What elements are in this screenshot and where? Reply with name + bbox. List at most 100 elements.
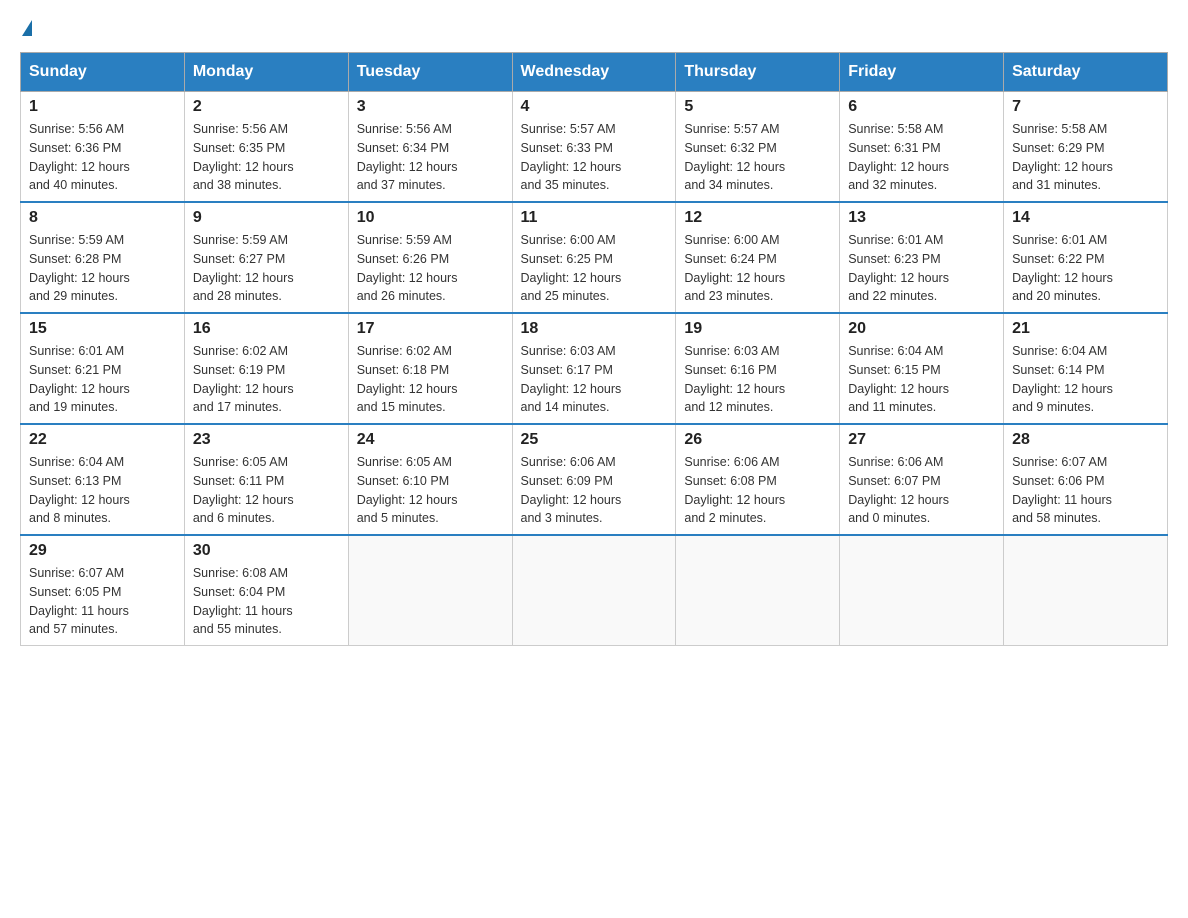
table-row: 8 Sunrise: 5:59 AMSunset: 6:28 PMDaylight… xyxy=(21,202,185,313)
table-row: 27 Sunrise: 6:06 AMSunset: 6:07 PMDayligh… xyxy=(840,424,1004,535)
day-number: 14 xyxy=(1012,209,1159,227)
day-number: 22 xyxy=(29,431,176,449)
logo-triangle-icon xyxy=(22,20,32,36)
day-number: 29 xyxy=(29,542,176,560)
day-info: Sunrise: 5:56 AMSunset: 6:36 PMDaylight:… xyxy=(29,120,176,195)
day-info: Sunrise: 6:02 AMSunset: 6:19 PMDaylight:… xyxy=(193,342,340,417)
table-row: 15 Sunrise: 6:01 AMSunset: 6:21 PMDayligh… xyxy=(21,313,185,424)
table-row: 6 Sunrise: 5:58 AMSunset: 6:31 PMDaylight… xyxy=(840,92,1004,203)
weekday-header-row: Sunday Monday Tuesday Wednesday Thursday… xyxy=(21,53,1168,92)
day-number: 18 xyxy=(521,320,668,338)
table-row: 23 Sunrise: 6:05 AMSunset: 6:11 PMDayligh… xyxy=(184,424,348,535)
table-row: 9 Sunrise: 5:59 AMSunset: 6:27 PMDaylight… xyxy=(184,202,348,313)
header-saturday: Saturday xyxy=(1004,53,1168,92)
table-row: 24 Sunrise: 6:05 AMSunset: 6:10 PMDayligh… xyxy=(348,424,512,535)
day-number: 4 xyxy=(521,98,668,116)
day-info: Sunrise: 6:07 AMSunset: 6:05 PMDaylight:… xyxy=(29,564,176,639)
day-number: 7 xyxy=(1012,98,1159,116)
day-info: Sunrise: 5:59 AMSunset: 6:28 PMDaylight:… xyxy=(29,231,176,306)
logo xyxy=(20,20,32,36)
day-number: 26 xyxy=(684,431,831,449)
day-info: Sunrise: 6:01 AMSunset: 6:22 PMDaylight:… xyxy=(1012,231,1159,306)
day-number: 15 xyxy=(29,320,176,338)
day-info: Sunrise: 5:58 AMSunset: 6:31 PMDaylight:… xyxy=(848,120,995,195)
day-info: Sunrise: 6:05 AMSunset: 6:10 PMDaylight:… xyxy=(357,453,504,528)
table-row: 25 Sunrise: 6:06 AMSunset: 6:09 PMDayligh… xyxy=(512,424,676,535)
day-info: Sunrise: 5:57 AMSunset: 6:32 PMDaylight:… xyxy=(684,120,831,195)
day-number: 20 xyxy=(848,320,995,338)
day-number: 11 xyxy=(521,209,668,227)
day-info: Sunrise: 6:01 AMSunset: 6:21 PMDaylight:… xyxy=(29,342,176,417)
day-info: Sunrise: 5:57 AMSunset: 6:33 PMDaylight:… xyxy=(521,120,668,195)
day-info: Sunrise: 5:56 AMSunset: 6:35 PMDaylight:… xyxy=(193,120,340,195)
table-row: 1 Sunrise: 5:56 AMSunset: 6:36 PMDaylight… xyxy=(21,92,185,203)
day-number: 5 xyxy=(684,98,831,116)
day-number: 13 xyxy=(848,209,995,227)
header-thursday: Thursday xyxy=(676,53,840,92)
table-row xyxy=(512,535,676,646)
day-info: Sunrise: 6:04 AMSunset: 6:15 PMDaylight:… xyxy=(848,342,995,417)
header-tuesday: Tuesday xyxy=(348,53,512,92)
day-number: 9 xyxy=(193,209,340,227)
day-number: 2 xyxy=(193,98,340,116)
day-info: Sunrise: 6:03 AMSunset: 6:17 PMDaylight:… xyxy=(521,342,668,417)
day-number: 16 xyxy=(193,320,340,338)
day-number: 6 xyxy=(848,98,995,116)
day-number: 12 xyxy=(684,209,831,227)
day-number: 19 xyxy=(684,320,831,338)
table-row: 12 Sunrise: 6:00 AMSunset: 6:24 PMDayligh… xyxy=(676,202,840,313)
table-row: 29 Sunrise: 6:07 AMSunset: 6:05 PMDayligh… xyxy=(21,535,185,646)
day-info: Sunrise: 6:06 AMSunset: 6:09 PMDaylight:… xyxy=(521,453,668,528)
table-row: 22 Sunrise: 6:04 AMSunset: 6:13 PMDayligh… xyxy=(21,424,185,535)
day-number: 8 xyxy=(29,209,176,227)
table-row xyxy=(840,535,1004,646)
header-monday: Monday xyxy=(184,53,348,92)
table-row: 19Sunrise: 6:03 AMSunset: 6:16 PMDayligh… xyxy=(676,313,840,424)
day-info: Sunrise: 6:07 AMSunset: 6:06 PMDaylight:… xyxy=(1012,453,1159,528)
day-info: Sunrise: 6:06 AMSunset: 6:08 PMDaylight:… xyxy=(684,453,831,528)
calendar-week-row: 22 Sunrise: 6:04 AMSunset: 6:13 PMDayligh… xyxy=(21,424,1168,535)
table-row: 21Sunrise: 6:04 AMSunset: 6:14 PMDayligh… xyxy=(1004,313,1168,424)
day-info: Sunrise: 6:04 AMSunset: 6:13 PMDaylight:… xyxy=(29,453,176,528)
day-number: 30 xyxy=(193,542,340,560)
table-row: 26 Sunrise: 6:06 AMSunset: 6:08 PMDayligh… xyxy=(676,424,840,535)
header-friday: Friday xyxy=(840,53,1004,92)
day-info: Sunrise: 5:56 AMSunset: 6:34 PMDaylight:… xyxy=(357,120,504,195)
day-number: 27 xyxy=(848,431,995,449)
table-row: 13 Sunrise: 6:01 AMSunset: 6:23 PMDayligh… xyxy=(840,202,1004,313)
day-number: 1 xyxy=(29,98,176,116)
day-number: 25 xyxy=(521,431,668,449)
table-row: 30 Sunrise: 6:08 AMSunset: 6:04 PMDayligh… xyxy=(184,535,348,646)
table-row: 7 Sunrise: 5:58 AMSunset: 6:29 PMDaylight… xyxy=(1004,92,1168,203)
day-info: Sunrise: 6:00 AMSunset: 6:24 PMDaylight:… xyxy=(684,231,831,306)
calendar-week-row: 8 Sunrise: 5:59 AMSunset: 6:28 PMDaylight… xyxy=(21,202,1168,313)
day-info: Sunrise: 6:06 AMSunset: 6:07 PMDaylight:… xyxy=(848,453,995,528)
day-info: Sunrise: 5:59 AMSunset: 6:26 PMDaylight:… xyxy=(357,231,504,306)
page-header xyxy=(20,20,1168,36)
day-number: 3 xyxy=(357,98,504,116)
table-row: 3 Sunrise: 5:56 AMSunset: 6:34 PMDaylight… xyxy=(348,92,512,203)
table-row: 4 Sunrise: 5:57 AMSunset: 6:33 PMDaylight… xyxy=(512,92,676,203)
day-number: 23 xyxy=(193,431,340,449)
day-number: 17 xyxy=(357,320,504,338)
day-info: Sunrise: 6:04 AMSunset: 6:14 PMDaylight:… xyxy=(1012,342,1159,417)
day-info: Sunrise: 6:00 AMSunset: 6:25 PMDaylight:… xyxy=(521,231,668,306)
day-info: Sunrise: 6:01 AMSunset: 6:23 PMDaylight:… xyxy=(848,231,995,306)
day-number: 24 xyxy=(357,431,504,449)
day-number: 10 xyxy=(357,209,504,227)
table-row xyxy=(348,535,512,646)
day-number: 28 xyxy=(1012,431,1159,449)
table-row xyxy=(1004,535,1168,646)
table-row: 11 Sunrise: 6:00 AMSunset: 6:25 PMDayligh… xyxy=(512,202,676,313)
day-info: Sunrise: 5:59 AMSunset: 6:27 PMDaylight:… xyxy=(193,231,340,306)
table-row: 28 Sunrise: 6:07 AMSunset: 6:06 PMDayligh… xyxy=(1004,424,1168,535)
day-info: Sunrise: 6:05 AMSunset: 6:11 PMDaylight:… xyxy=(193,453,340,528)
day-info: Sunrise: 6:08 AMSunset: 6:04 PMDaylight:… xyxy=(193,564,340,639)
table-row: 10 Sunrise: 5:59 AMSunset: 6:26 PMDayligh… xyxy=(348,202,512,313)
day-info: Sunrise: 5:58 AMSunset: 6:29 PMDaylight:… xyxy=(1012,120,1159,195)
table-row: 20 Sunrise: 6:04 AMSunset: 6:15 PMDayligh… xyxy=(840,313,1004,424)
table-row: 5 Sunrise: 5:57 AMSunset: 6:32 PMDaylight… xyxy=(676,92,840,203)
header-wednesday: Wednesday xyxy=(512,53,676,92)
header-sunday: Sunday xyxy=(21,53,185,92)
table-row xyxy=(676,535,840,646)
